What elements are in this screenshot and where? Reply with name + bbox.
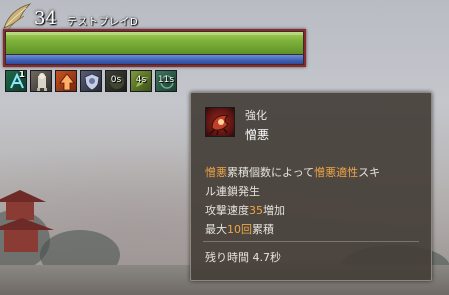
tooltip-divider [203,241,419,242]
buff-slot[interactable] [80,70,102,92]
player-frame: 34 テストプレイD [0,0,312,70]
buff-stack-count: 1 [18,70,25,80]
mp-bar [6,55,303,64]
pagoda-roof [0,190,46,202]
hp-bar-highlight [6,32,303,35]
buff-timer: 0s [110,75,122,85]
buff-timer: 11s [157,75,175,85]
pagoda-roof [0,218,54,230]
description-text: ル連鎖発生 [205,185,260,198]
description-text: スキ [358,166,381,179]
buff-slot[interactable]: 4s [130,70,152,92]
tooltip-type-label: 強化 [245,109,267,122]
buff-slot[interactable] [55,70,77,92]
hatred-buff-icon [205,107,235,137]
highlight-text: 憎悪 [205,166,227,179]
hp-bar [6,32,303,54]
buff-slot[interactable]: 11s [155,70,177,92]
buff-slot[interactable]: 1 [5,70,27,92]
health-mana-bars [3,29,306,67]
tooltip-description: 憎悪累積個数によって憎悪適性スキ ル連鎖発生 攻撃速度35増加 最大10回累積 [205,163,425,239]
buff-bar: 1 0s 4s 11s [5,70,177,94]
player-level: 34 [34,8,57,29]
description-line: 憎悪累積個数によって憎悪適性スキ [205,163,425,182]
pagoda-building [4,230,38,252]
description-text: 攻撃速度 [205,204,249,217]
buff-slot[interactable] [30,70,52,92]
tooltip-buff-name: 憎悪 [245,128,270,142]
description-line: 最大10回累積 [205,220,425,239]
highlight-text: 10回 [227,223,252,236]
buff-slot[interactable]: 0s [105,70,127,92]
description-text: 増加 [263,204,285,217]
description-line: ル連鎖発生 [205,182,425,201]
highlight-text: 35 [249,204,263,217]
armor-figure-icon [37,73,47,91]
buff-tooltip: 強化 憎悪 憎悪累積個数によって憎悪適性スキ ル連鎖発生 攻撃速度35増加 最大… [190,92,432,281]
description-line: 攻撃速度35増加 [205,201,425,220]
buff-timer: 4s [135,75,147,85]
player-name: テストプレイD [67,17,139,28]
description-text: 累積 [252,223,274,236]
description-text: 累積個数によって [227,166,315,179]
wing-emblem-icon [2,2,32,32]
highlight-text: 憎悪適性 [314,166,359,179]
orange-arrow-up-icon [59,73,75,91]
shield-emblem-icon [84,73,100,91]
remaining-time: 残り時間 4.7秒 [205,251,281,264]
description-text: 最大 [205,223,227,236]
